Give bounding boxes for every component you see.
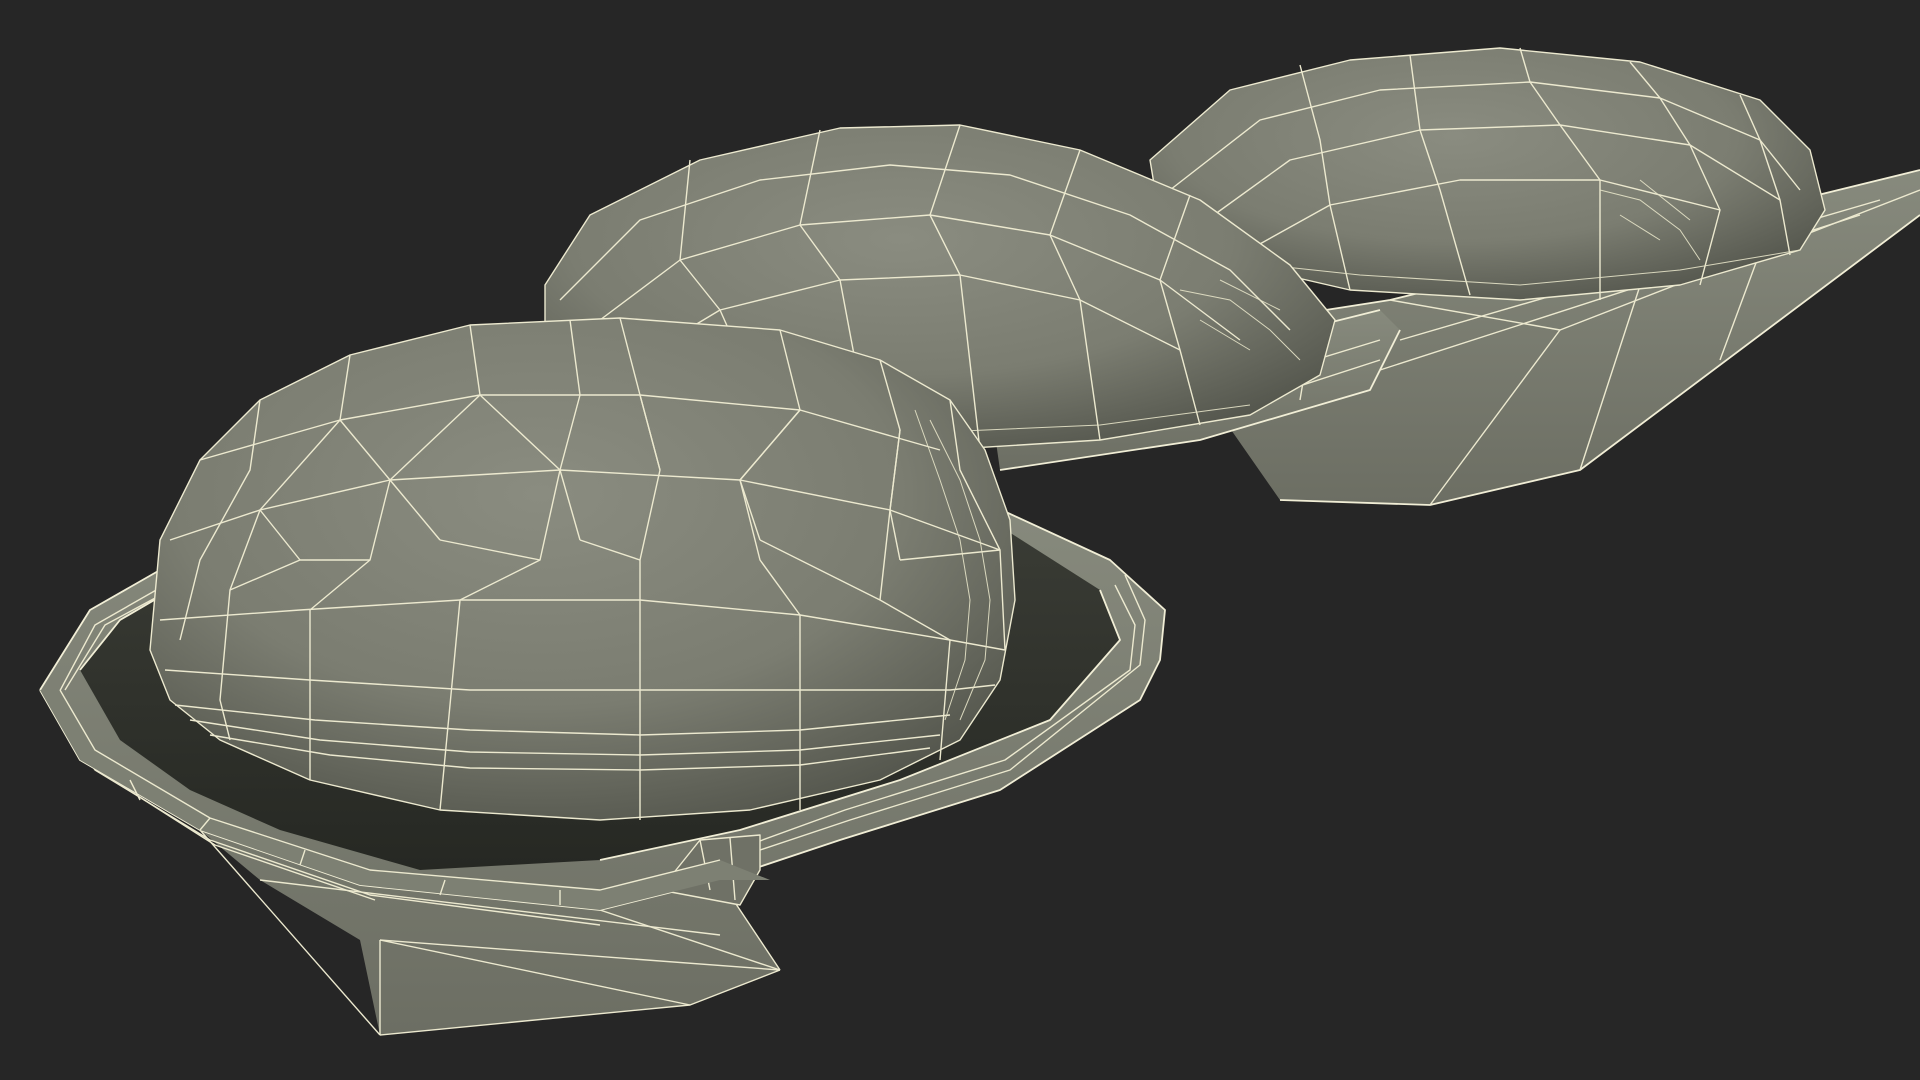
3d-viewport: [0, 0, 1920, 1080]
wireframe-render: [39, 47, 1920, 1036]
peanut-front: [149, 317, 1016, 821]
